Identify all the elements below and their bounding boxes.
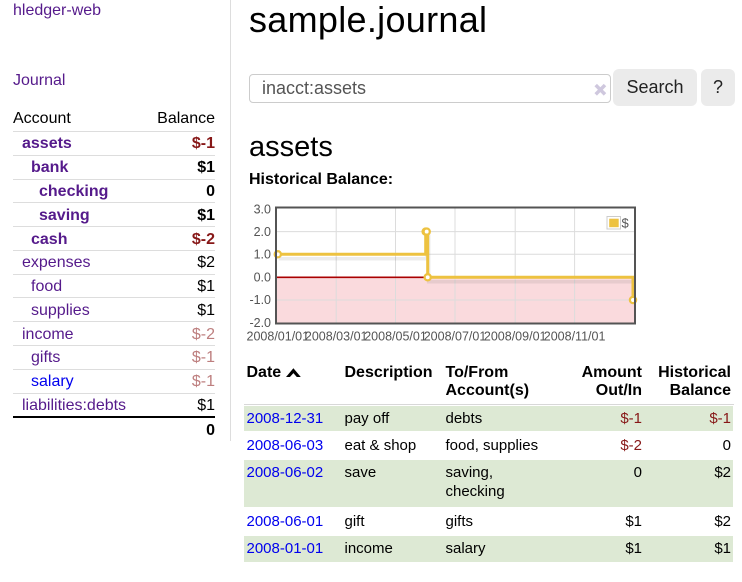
svg-text:$: $ [622, 216, 630, 231]
svg-text:-1.0: -1.0 [249, 293, 271, 307]
svg-text:2.0: 2.0 [254, 225, 271, 239]
svg-text:2008/07/01: 2008/07/01 [424, 330, 487, 344]
svg-text:1.0: 1.0 [254, 248, 271, 262]
svg-text:3.0: 3.0 [254, 202, 271, 216]
svg-text:2008/09/01: 2008/09/01 [484, 330, 547, 344]
svg-text:2008/05/01: 2008/05/01 [364, 330, 427, 344]
svg-text:2008/01/01: 2008/01/01 [247, 330, 310, 344]
svg-text:2008/03/01: 2008/03/01 [305, 330, 368, 344]
svg-text:-2.0: -2.0 [249, 316, 271, 330]
svg-text:0.0: 0.0 [254, 270, 271, 284]
svg-text:2008/11/01: 2008/11/01 [544, 330, 606, 344]
